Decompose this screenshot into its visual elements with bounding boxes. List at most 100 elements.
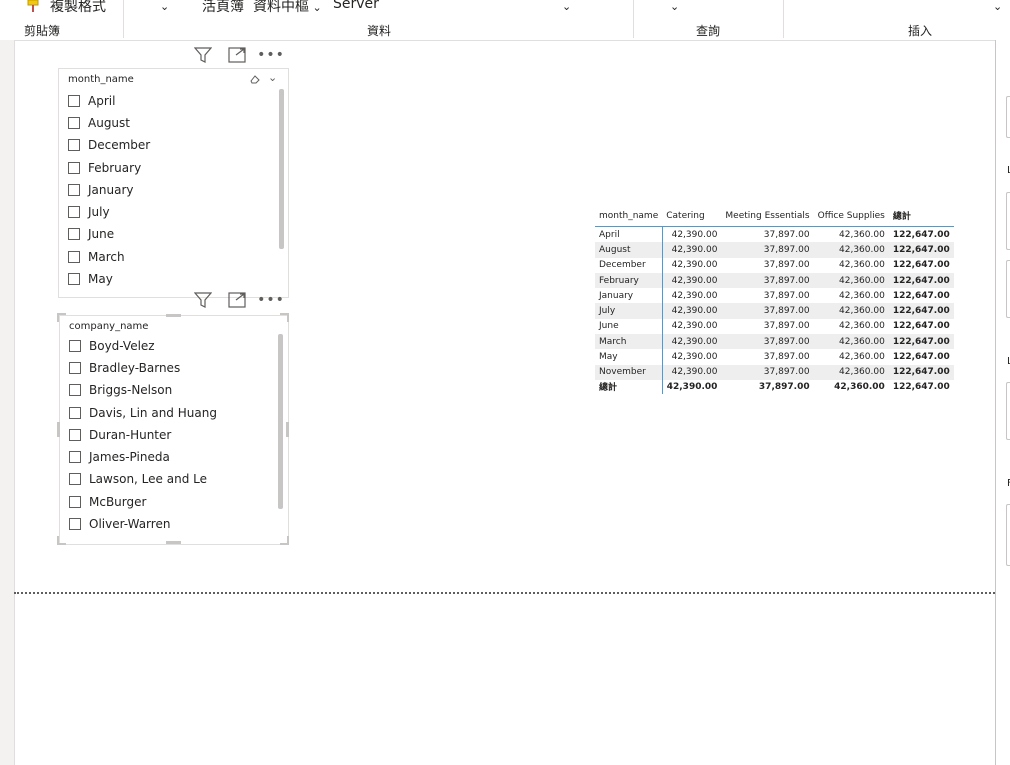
table-cell: 42,390.00	[662, 242, 722, 258]
pane-field-box[interactable]	[1006, 504, 1010, 566]
chevron-down-icon[interactable]: ⌄	[993, 0, 1002, 13]
table-row[interactable]: June 42,390.00 37,897.00 42,360.00 122,647.0…	[595, 318, 954, 335]
table-cell: 37,897.00	[763, 352, 810, 363]
column-header[interactable]: 總計	[889, 205, 954, 227]
matrix-visual[interactable]: month_name Catering Meeting Essentials O…	[595, 205, 954, 395]
format-painter-button[interactable]: 複製格式	[26, 0, 106, 16]
chevron-down-icon[interactable]: ⌄	[268, 71, 277, 84]
slicer-item[interactable]: January	[68, 179, 134, 201]
table-cell: 42,360.00	[839, 352, 885, 363]
checkbox[interactable]	[69, 518, 81, 530]
slicer-item[interactable]: Bradley-Barnes	[69, 357, 180, 379]
page-break-line	[14, 592, 995, 594]
table-row[interactable]: July 42,390.00 37,897.00 42,360.00 122,647.0…	[595, 303, 954, 319]
checkbox[interactable]	[68, 95, 80, 107]
table-cell: 122,647.00	[888, 303, 954, 319]
checkbox[interactable]	[69, 340, 81, 352]
slicer-item[interactable]: Briggs-Nelson	[69, 379, 172, 401]
slicer-item[interactable]: May	[68, 268, 113, 290]
checkbox[interactable]	[69, 451, 81, 463]
scrollbar[interactable]	[279, 89, 284, 249]
column-header[interactable]: Catering	[662, 205, 721, 227]
slicer-item[interactable]: McBurger	[69, 491, 146, 513]
focus-mode-icon[interactable]	[227, 45, 247, 65]
table-row[interactable]: December 42,390.00 37,897.00 42,360.00 122,6…	[595, 257, 954, 273]
ribbon-separator	[783, 0, 784, 38]
total-label: 總計	[595, 379, 663, 394]
checkbox[interactable]	[69, 362, 81, 374]
slicer-item[interactable]: Boyd-Velez	[69, 335, 155, 357]
total-cell: 122,647.00	[892, 381, 950, 392]
table-row[interactable]: March 42,390.00 37,897.00 42,360.00 122,647.…	[595, 334, 954, 350]
table-cell: 122,647.00	[892, 260, 950, 271]
chevron-down-icon[interactable]: ⌄	[562, 0, 571, 13]
checkbox[interactable]	[69, 384, 81, 396]
chevron-down-icon[interactable]: ⌄	[160, 0, 169, 13]
table-row[interactable]: August 42,390.00 37,897.00 42,360.00 122,647…	[595, 242, 954, 258]
slicer-item[interactable]: Davis, Lin and Huang	[69, 402, 217, 424]
pane-field-box[interactable]	[1006, 192, 1010, 250]
more-options-icon[interactable]: •••	[257, 290, 284, 310]
row-header-cell: November	[595, 364, 663, 380]
pane-field-box[interactable]	[1006, 260, 1010, 318]
slicer-item[interactable]: March	[68, 246, 125, 268]
slicer-item[interactable]: Oliver-Warren	[69, 513, 170, 535]
slicer-item[interactable]: April	[68, 90, 115, 112]
workbook-button[interactable]: 活頁簿	[202, 0, 244, 16]
checkbox[interactable]	[69, 429, 81, 441]
eraser-icon[interactable]	[250, 74, 262, 87]
filter-icon[interactable]	[193, 45, 213, 65]
column-header[interactable]: Meeting Essentials	[721, 205, 813, 227]
table-cell: 42,390.00	[671, 352, 718, 363]
resize-handle[interactable]	[166, 314, 181, 317]
scrollbar[interactable]	[278, 334, 283, 509]
checkbox[interactable]	[68, 206, 80, 218]
slicer-item[interactable]: February	[68, 157, 141, 179]
pane-field-box[interactable]	[1006, 382, 1010, 440]
slicer-item[interactable]: James-Pineda	[69, 446, 170, 468]
pane-field-box[interactable]	[1006, 96, 1010, 138]
resize-handle[interactable]	[57, 536, 59, 545]
checkbox[interactable]	[69, 407, 81, 419]
resize-handle[interactable]	[286, 422, 289, 437]
sql-server-button[interactable]: Server	[333, 0, 379, 12]
checkbox[interactable]	[68, 273, 80, 285]
checkbox[interactable]	[68, 162, 80, 174]
table-row[interactable]: May 42,390.00 37,897.00 42,360.00 122,647.00	[595, 349, 954, 365]
checkbox[interactable]	[68, 117, 80, 129]
slicer-item[interactable]: August	[68, 112, 130, 134]
focus-mode-icon[interactable]	[227, 290, 247, 310]
slicer-item[interactable]: Lawson, Lee and Le	[69, 468, 207, 490]
slicer-item[interactable]: December	[68, 134, 150, 156]
resize-handle[interactable]	[57, 422, 60, 437]
table-cell: 42,390.00	[662, 334, 722, 350]
row-header-cell: January	[595, 288, 663, 304]
resize-handle[interactable]	[57, 313, 59, 322]
total-cell: 42,360.00	[834, 381, 885, 392]
slicer-item[interactable]: June	[68, 223, 114, 245]
checkbox[interactable]	[68, 228, 80, 240]
more-options-icon[interactable]: •••	[257, 45, 284, 65]
resize-handle[interactable]	[287, 536, 289, 545]
resize-handle[interactable]	[287, 313, 289, 322]
checkbox[interactable]	[68, 139, 80, 151]
table-row[interactable]: January 42,390.00 37,897.00 42,360.00 122,64…	[595, 288, 954, 304]
table-cell: 42,360.00	[813, 334, 889, 350]
table-cell: 42,390.00	[671, 229, 718, 240]
column-header[interactable]: month_name	[595, 205, 662, 227]
filter-icon[interactable]	[193, 290, 213, 310]
slicer-item[interactable]: Duran-Hunter	[69, 424, 171, 446]
table-cell: 37,897.00	[721, 303, 814, 319]
datahub-button[interactable]: 資料中樞 ⌄	[253, 0, 322, 16]
checkbox[interactable]	[68, 251, 80, 263]
slicer-item[interactable]: July	[68, 201, 110, 223]
checkbox[interactable]	[69, 496, 81, 508]
table-row[interactable]: February 42,390.00 37,897.00 42,360.00 122,6…	[595, 272, 954, 289]
checkbox[interactable]	[69, 473, 81, 485]
chevron-down-icon[interactable]: ⌄	[670, 0, 679, 13]
table-row[interactable]: April 42,390.00 37,897.00 42,360.00 122,647.…	[595, 226, 954, 243]
checkbox[interactable]	[68, 184, 80, 196]
table-row[interactable]: November 42,390.00 37,897.00 42,360.00 122,6…	[595, 364, 954, 380]
column-header[interactable]: Office Supplies	[814, 205, 889, 227]
resize-handle[interactable]	[166, 541, 181, 544]
